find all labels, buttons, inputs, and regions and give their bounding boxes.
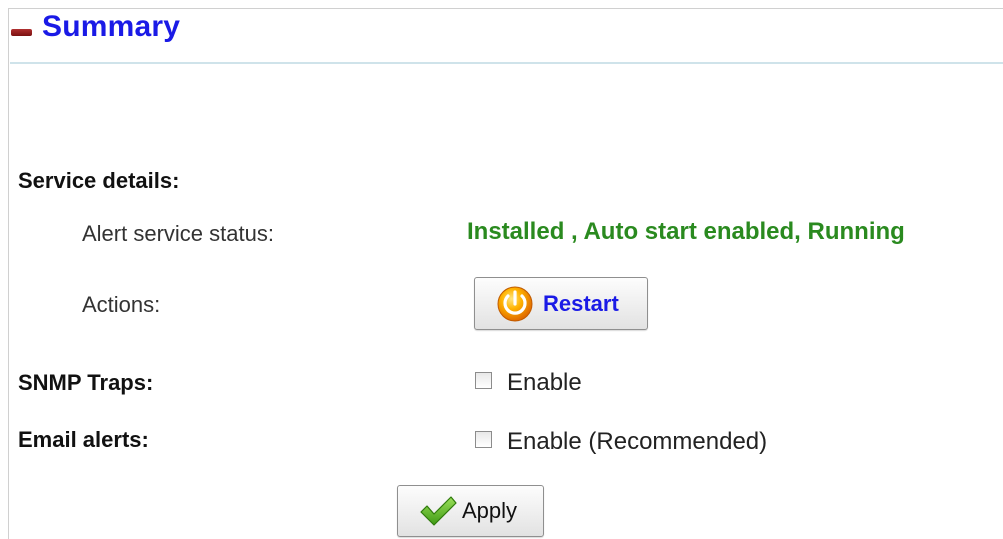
email-enable-checkbox[interactable] [475,431,492,448]
email-alerts-label: Email alerts: [18,427,149,452]
apply-button[interactable]: Apply [397,485,544,537]
email-enable-label[interactable]: Enable (Recommended) [507,428,767,456]
snmp-enable-label[interactable]: Enable [507,369,582,397]
service-details-heading: Service details: [18,168,180,193]
panel-title[interactable]: Summary [42,10,180,44]
alert-service-status-label: Alert service status: [82,221,274,246]
snmp-enable-checkbox[interactable] [475,372,492,389]
alert-service-status-value: Installed , Auto start enabled, Running [467,218,905,245]
collapse-minus-icon[interactable] [11,29,32,36]
apply-button-label: Apply [462,498,518,523]
actions-label: Actions: [82,292,161,317]
checkmark-icon [420,496,457,526]
restart-button-label: Restart [543,290,619,316]
summary-panel [8,8,1003,539]
restart-button[interactable]: Restart [474,277,648,330]
header-divider [10,62,1003,64]
snmp-traps-label: SNMP Traps: [18,370,154,395]
restart-power-icon [497,286,533,321]
